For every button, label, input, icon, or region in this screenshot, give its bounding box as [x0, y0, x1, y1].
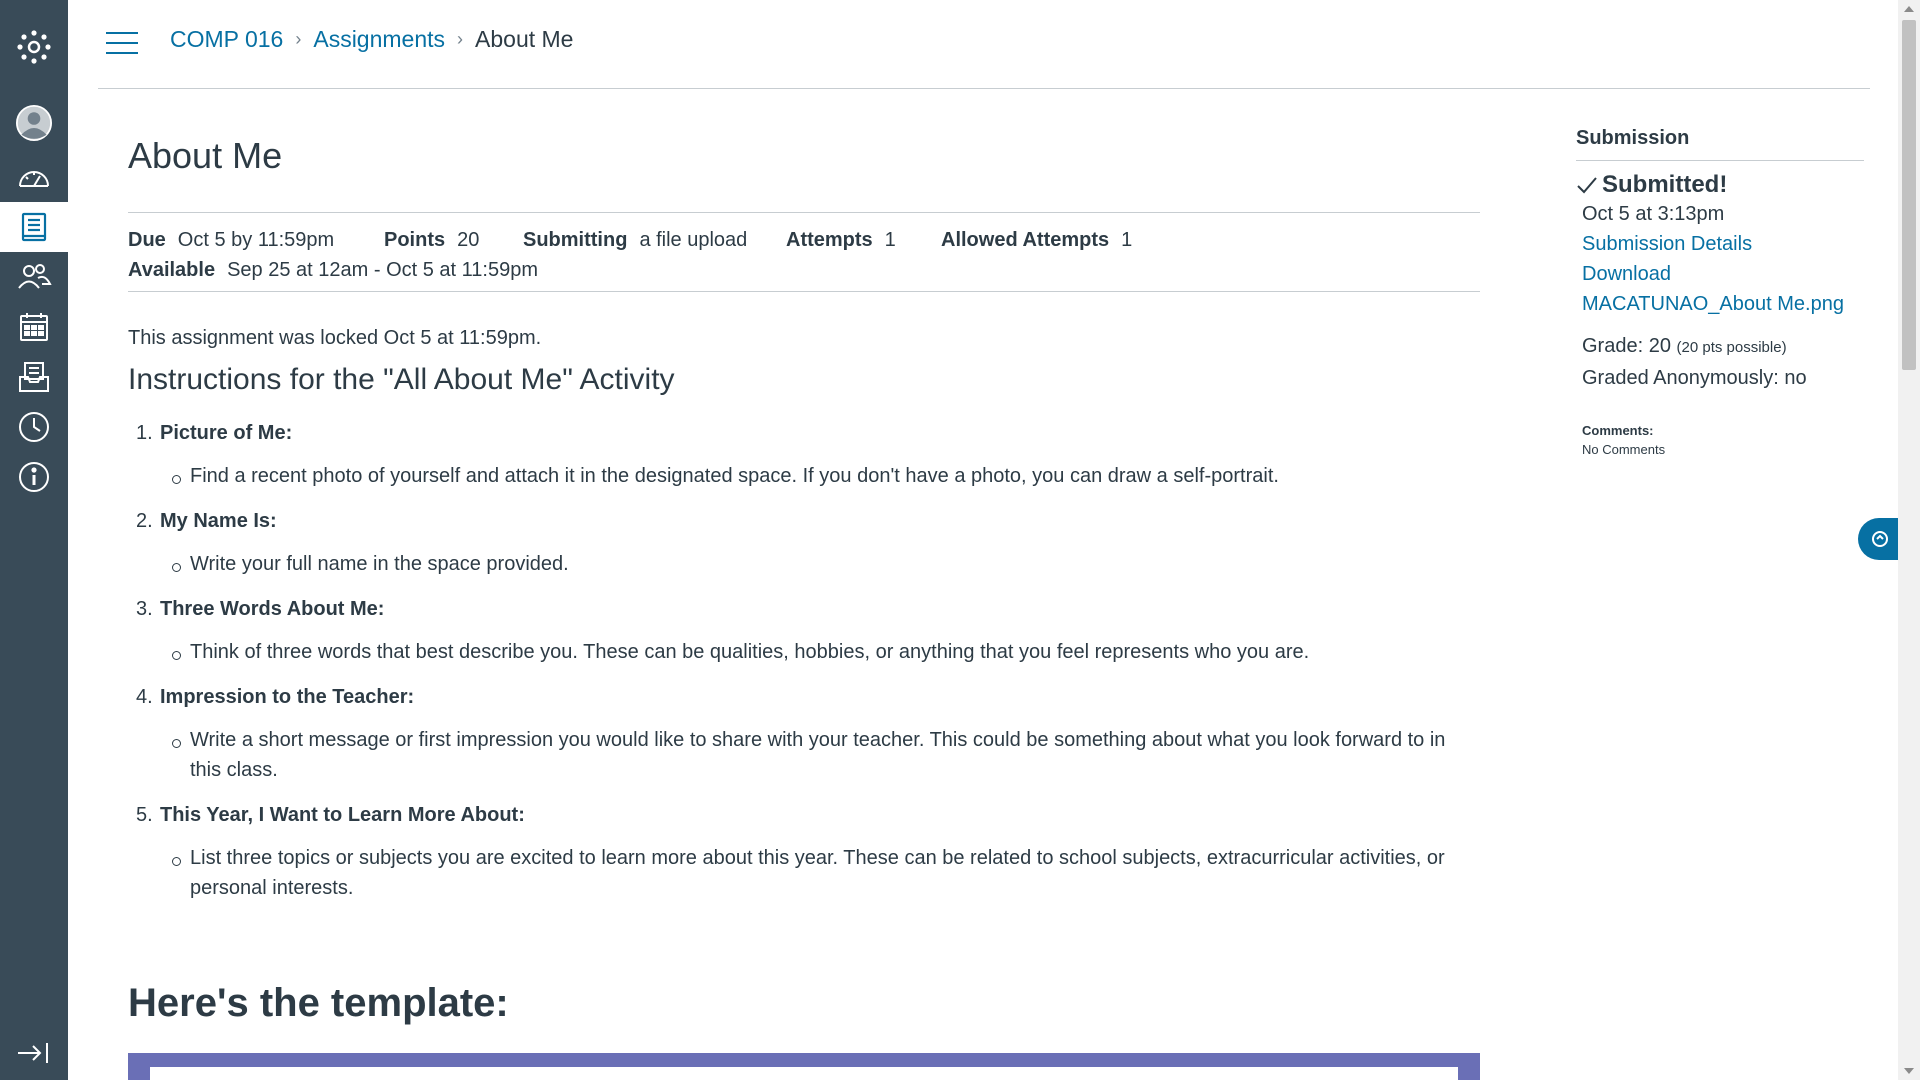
list-item: 4. Impression to the Teacher: Write a sho…: [128, 683, 1480, 785]
submitting-detail: Submitting a file upload: [523, 229, 747, 252]
step-title: Three Words About Me:: [160, 598, 385, 620]
available-detail: Available Sep 25 at 12am - Oct 5 at 11:59…: [128, 259, 538, 282]
list-item: 1. Picture of Me: Find a recent photo of …: [128, 419, 1480, 491]
step-number: 2.: [136, 510, 153, 532]
allowed-attempts-value: 1: [1121, 229, 1133, 251]
step-description: Write your full name in the space provid…: [128, 549, 1480, 579]
template-heading: Here's the template:: [128, 981, 509, 1025]
step-description: Find a recent photo of yourself and atta…: [128, 461, 1480, 491]
help-icon[interactable]: [0, 452, 68, 502]
checkmark-icon: [1577, 177, 1597, 194]
global-nav: [0, 0, 68, 1080]
step-number: 1.: [136, 422, 153, 444]
breadcrumb: COMP 016 › Assignments › About Me: [170, 26, 573, 53]
comments-label: Comments:: [1582, 423, 1654, 438]
breadcrumb-course-link[interactable]: COMP 016: [170, 26, 283, 53]
comments-value: No Comments: [1582, 442, 1666, 457]
due-detail: Due Oct 5 by 11:59pm: [128, 229, 334, 252]
step-title: Impression to the Teacher:: [160, 686, 415, 708]
grade-possible: (20 pts possible): [1676, 339, 1787, 356]
submitting-value: a file upload: [639, 229, 748, 251]
submission-details-link[interactable]: Submission Details: [1576, 229, 1864, 259]
course-menu-toggle[interactable]: [106, 32, 138, 56]
submitted-status-text: Submitted!: [1602, 171, 1728, 198]
account-avatar-icon[interactable]: [0, 98, 68, 148]
submission-heading: Submission: [1576, 127, 1864, 161]
list-item: 5. This Year, I Want to Learn More About:…: [128, 801, 1480, 903]
canvas-logo-icon[interactable]: [0, 22, 68, 72]
groups-icon[interactable]: [0, 252, 68, 302]
breadcrumb-current: About Me: [475, 26, 574, 52]
step-description: Think of three words that best describe …: [128, 637, 1480, 667]
attempts-value: 1: [884, 229, 896, 251]
step-number: 5.: [136, 804, 153, 826]
scroll-down-arrow-icon[interactable]: [1904, 1068, 1914, 1074]
submission-sidebar: Submission Submitted! Oct 5 at 3:13pm Su…: [1576, 127, 1864, 457]
due-label: Due: [128, 229, 166, 251]
step-description: List three topics or subjects you are ex…: [128, 843, 1480, 903]
points-value: 20: [457, 229, 480, 251]
download-link[interactable]: Download: [1576, 259, 1864, 289]
breadcrumb-assignments-link[interactable]: Assignments: [313, 26, 445, 53]
instructions-title: Instructions for the "All About Me" Acti…: [128, 363, 675, 396]
step-title: My Name Is:: [160, 510, 277, 532]
step-title: This Year, I Want to Learn More About:: [160, 804, 525, 826]
template-image: [128, 1053, 1480, 1080]
step-number: 4.: [136, 686, 153, 708]
submitted-file-link[interactable]: MACATUNAO_About Me.png: [1576, 289, 1864, 319]
page-title: About Me: [128, 135, 283, 176]
template-image-inner: [150, 1067, 1458, 1080]
due-value: Oct 5 by 11:59pm: [177, 229, 335, 251]
attempts-detail: Attempts 1: [786, 229, 896, 252]
page-scrollbar[interactable]: [1898, 0, 1920, 1080]
list-item: 2. My Name Is: Write your full name in th…: [128, 507, 1480, 579]
allowed-attempts-detail: Allowed Attempts 1: [941, 229, 1132, 252]
step-number: 3.: [136, 598, 153, 620]
floating-help-button[interactable]: [1858, 518, 1902, 560]
collapse-nav-icon[interactable]: [0, 1028, 68, 1078]
step-title: Picture of Me:: [160, 422, 293, 444]
attempts-label: Attempts: [786, 229, 873, 251]
instruction-steps: 1. Picture of Me: Find a recent photo of …: [128, 419, 1480, 903]
courses-icon[interactable]: [0, 202, 68, 252]
scroll-up-arrow-icon[interactable]: [1904, 6, 1914, 12]
step-description: Write a short message or first impressio…: [128, 725, 1480, 785]
inbox-icon[interactable]: [0, 352, 68, 402]
chat-icon: [1872, 531, 1888, 547]
assignment-details: Due Oct 5 by 11:59pm Points 20 Submitting a…: [128, 212, 1480, 292]
grade-value: Grade: 20: [1582, 335, 1671, 357]
submitted-at: Oct 5 at 3:13pm: [1582, 203, 1725, 225]
locked-message: This assignment was locked Oct 5 at 11:5…: [128, 327, 542, 349]
submitted-status: Submitted!: [1576, 171, 1864, 199]
graded-anonymously: Graded Anonymously: no: [1582, 367, 1807, 389]
grade-line: Grade: 20 (20 pts possible): [1576, 331, 1864, 363]
page-header: COMP 016 › Assignments › About Me: [98, 0, 1870, 89]
chevron-right-icon: ›: [295, 29, 302, 49]
points-label: Points: [384, 229, 446, 251]
available-label: Available: [128, 259, 216, 281]
available-value: Sep 25 at 12am - Oct 5 at 11:59pm: [227, 259, 539, 281]
dashboard-icon[interactable]: [0, 153, 68, 203]
scrollbar-thumb[interactable]: [1902, 20, 1916, 370]
calendar-icon[interactable]: [0, 302, 68, 352]
list-item: 3. Three Words About Me: Think of three w…: [128, 595, 1480, 667]
chevron-right-icon: ›: [457, 29, 464, 49]
points-detail: Points 20: [384, 229, 479, 252]
allowed-attempts-label: Allowed Attempts: [941, 229, 1110, 251]
history-icon[interactable]: [0, 402, 68, 452]
submitting-label: Submitting: [523, 229, 628, 251]
